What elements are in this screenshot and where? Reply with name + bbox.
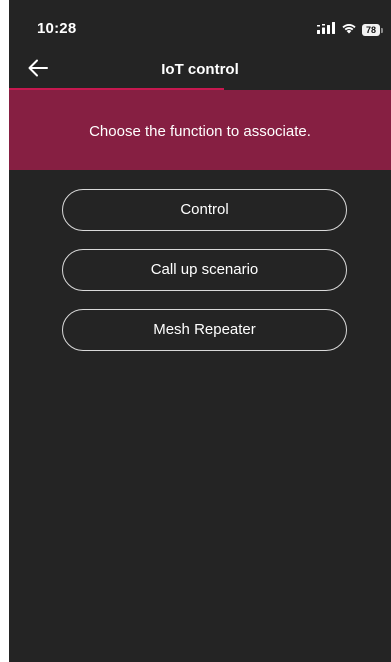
app-screen: 10:28 78 IoT control Choose the function… <box>9 0 391 662</box>
nav-bar: IoT control <box>9 56 391 90</box>
wifi-icon <box>341 21 357 39</box>
signal-icon <box>317 21 336 39</box>
status-time: 10:28 <box>37 20 77 37</box>
call-up-scenario-button[interactable]: Call up scenario <box>62 249 347 291</box>
instruction-banner: Choose the function to associate. <box>9 90 391 170</box>
mesh-repeater-button[interactable]: Mesh Repeater <box>62 309 347 351</box>
battery-tip <box>381 27 383 33</box>
battery-icon: 78 <box>362 24 383 36</box>
battery-level: 78 <box>362 24 380 36</box>
status-bar: 10:28 78 <box>9 0 391 56</box>
status-icons: 78 <box>317 21 383 39</box>
function-options: Control Call up scenario Mesh Repeater <box>62 189 347 369</box>
page-title: IoT control <box>161 61 239 78</box>
control-button[interactable]: Control <box>62 189 347 231</box>
instruction-text: Choose the function to associate. <box>89 122 311 140</box>
